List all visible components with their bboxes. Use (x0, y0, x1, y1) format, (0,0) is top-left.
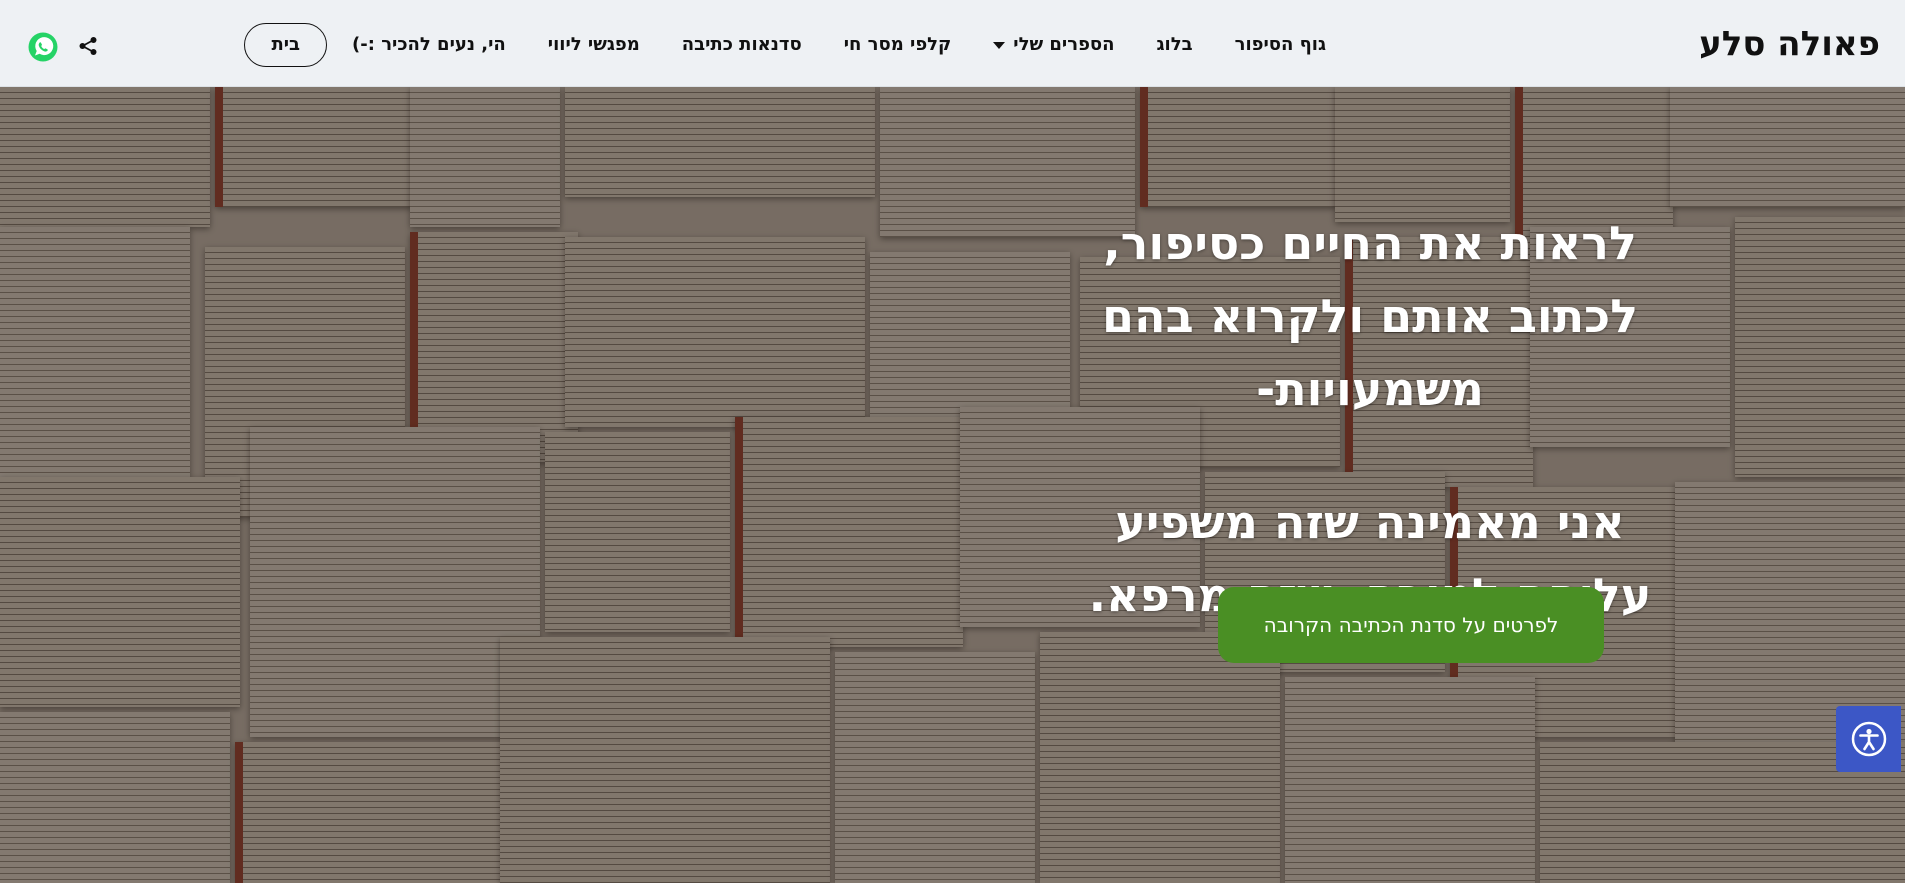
hero-headline-line: לכתוב אותם ולקרוא בהם (1101, 289, 1639, 343)
main-nav: בית הי, נעים להכיר :-) מפגשי ליווי סדנאו… (244, 23, 1343, 67)
nav-item-message-cards[interactable]: קלפי מסר חי (827, 23, 969, 67)
hero-headline-line: לראות את החיים כסיפור, (1103, 216, 1637, 270)
share-icon[interactable] (78, 36, 98, 56)
whatsapp-icon[interactable] (28, 32, 58, 62)
nav-item-workshops[interactable]: סדנאות כתיבה (665, 23, 819, 67)
site-logo[interactable]: פאולה סלע (1699, 20, 1880, 68)
site-header: פאולה סלע בית הי, נעים להכיר :-) מפגשי ל… (0, 0, 1905, 87)
hero-headline-line: אני מאמינה שזה משפיע (1115, 495, 1625, 549)
nav-item-about[interactable]: הי, נעים להכיר :-) (335, 23, 523, 67)
nav-item-label: הספרים שלי (1013, 34, 1115, 55)
nav-item-label: מפגשי ליווי (547, 34, 640, 55)
nav-item-label: הי, נעים להכיר :-) (352, 34, 506, 55)
chevron-down-icon (993, 41, 1006, 49)
hero-section: לראות את החיים כסיפור, לכתוב אותם ולקרוא… (0, 87, 1905, 883)
nav-item-label: גוף הסיפור (1234, 34, 1326, 55)
nav-item-mentoring[interactable]: מפגשי ליווי (531, 23, 657, 67)
accessibility-button[interactable] (1836, 706, 1901, 772)
nav-item-label: בלוג (1156, 34, 1193, 55)
nav-item-blog[interactable]: בלוג (1140, 23, 1210, 67)
nav-item-label: סדנאות כתיבה (681, 34, 802, 55)
nav-item-label: בית (271, 34, 301, 55)
hero-headline-line: משמעויות- (1256, 362, 1484, 416)
nav-item-label: קלפי מסר חי (843, 34, 952, 55)
accessibility-icon (1851, 721, 1887, 757)
hero-headline: לראות את החיים כסיפור, לכתוב אותם ולקרוא… (1070, 207, 1670, 632)
nav-item-home[interactable]: בית (244, 23, 328, 67)
nav-item-body-of-story[interactable]: גוף הסיפור (1218, 23, 1343, 67)
workshop-details-button[interactable]: לפרטים על סדנת הכתיבה הקרובה (1218, 587, 1604, 663)
nav-item-my-books[interactable]: הספרים שלי (976, 23, 1131, 67)
